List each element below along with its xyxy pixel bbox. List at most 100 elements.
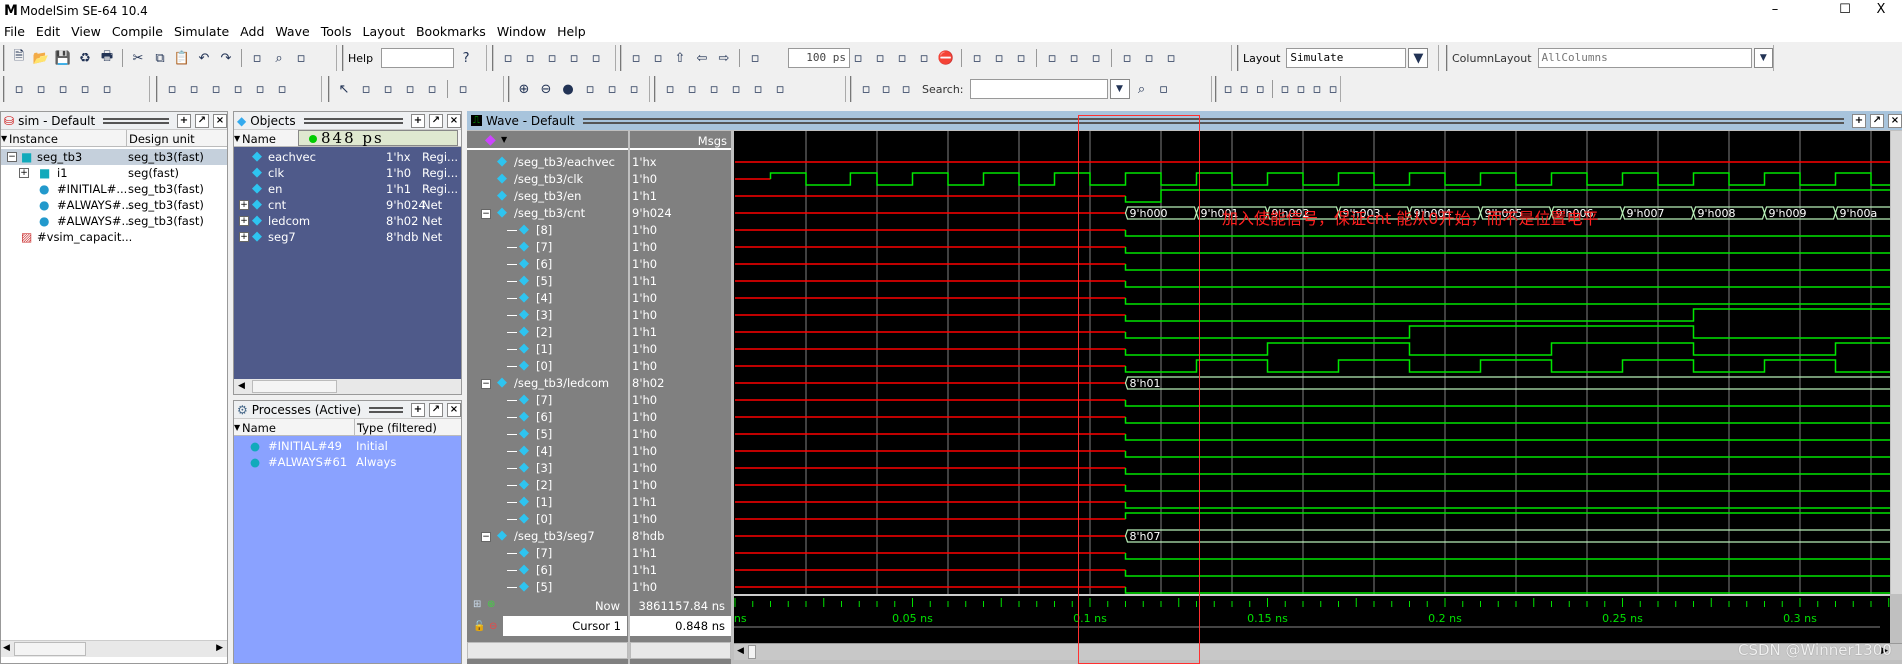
add-signal-icon[interactable]: ◆ [485, 132, 496, 148]
dock-button[interactable]: + [1852, 113, 1866, 128]
waveform-area[interactable]: 9'h000 9'h001 9'h002 9'h003 9'h004 9'h005 9'h0… [734, 131, 1902, 594]
save-icon[interactable]: 💾 [53, 48, 73, 68]
back-icon[interactable]: ⇦ [692, 48, 712, 68]
wave-signal-row[interactable]: ◆ [4] [467, 290, 628, 307]
close-button[interactable]: X [1866, 2, 1896, 17]
wave-signal-row[interactable]: ◆ [7] [467, 545, 628, 562]
run-icon[interactable]: ▫ [848, 48, 868, 68]
zoom-last-icon[interactable]: ▫ [624, 79, 644, 99]
object-row[interactable]: + ◆ seg7 8'hdb Net [234, 229, 461, 245]
expand-toggle[interactable]: + [239, 232, 249, 242]
dataflow-icon[interactable]: ▫ [626, 48, 646, 68]
all-icon[interactable]: ▫ [250, 79, 270, 99]
scroll-right-icon[interactable]: ▶ [216, 643, 223, 653]
menu-edit[interactable]: Edit [32, 22, 67, 42]
memory-profile-icon[interactable]: ▫ [989, 48, 1009, 68]
menu-bookmarks[interactable]: Bookmarks [412, 22, 493, 42]
wave-signal-row[interactable]: − ◆ /seg_tb3/seg7 [467, 528, 628, 545]
wave-signal-row[interactable]: ◆ /seg_tb3/en [467, 188, 628, 205]
expand-toggle[interactable]: − [481, 532, 491, 542]
wave-pattern-icon[interactable]: ▫ [1278, 79, 1292, 99]
expand-toggle[interactable]: − [7, 152, 17, 162]
step-out-icon[interactable]: ▫ [1086, 48, 1106, 68]
menu-tools[interactable]: Tools [317, 22, 359, 42]
object-row[interactable]: ◆ clk 1'h0 Regi... [234, 165, 461, 181]
collapse-time-icon[interactable]: ▫ [876, 79, 896, 99]
waveform-canvas[interactable]: 9'h000 9'h001 9'h002 9'h003 9'h004 9'h005 9'h0… [734, 131, 1902, 594]
export-icon[interactable]: ▫ [97, 79, 117, 99]
print-icon[interactable]: 🖶 [97, 48, 117, 68]
scroll-left-icon[interactable]: ◀ [737, 646, 744, 656]
performance-icon[interactable]: ▫ [967, 48, 987, 68]
select-mode-icon[interactable]: ↖ [334, 79, 354, 99]
process-row[interactable]: ● #INITIAL#49 Initial [234, 438, 461, 454]
search-input[interactable] [969, 79, 1108, 99]
column-design-unit[interactable]: Design unit [126, 130, 195, 146]
forward-icon[interactable]: ⇨ [714, 48, 734, 68]
chevron-down-icon[interactable]: ▼ [501, 135, 507, 144]
wave-signal-row[interactable]: ◆ [6] [467, 562, 628, 579]
sim-tree-row[interactable]: ● #ALWAYS#... seg_tb3(fast) [1, 197, 227, 213]
sim-tree-row[interactable]: ● #ALWAYS#... seg_tb3(fast) [1, 213, 227, 229]
undock-button[interactable]: ↗ [429, 113, 443, 128]
wave-signal-row[interactable]: − ◆ /seg_tb3/ledcom [467, 375, 628, 392]
close-pane-button[interactable]: × [447, 113, 461, 128]
wave-signal-row[interactable]: ◆ [1] [467, 494, 628, 511]
menu-compile[interactable]: Compile [108, 22, 170, 42]
expand-toggle[interactable]: + [239, 200, 249, 210]
dock-button[interactable]: + [411, 402, 425, 417]
menu-wave[interactable]: Wave [271, 22, 316, 42]
search-options-icon[interactable]: ▫ [1154, 79, 1174, 99]
layout-select[interactable]: Simulate [1286, 48, 1407, 68]
wave-line-icon[interactable]: ▫ [1221, 79, 1235, 99]
close-pane-button[interactable]: × [1888, 113, 1902, 128]
previous-cursor-icon[interactable]: ▫ [704, 79, 724, 99]
menu-help[interactable]: Help [553, 22, 593, 42]
menu-window[interactable]: Window [493, 22, 553, 42]
prev-edge-icon[interactable]: ▫ [748, 79, 768, 99]
undock-button[interactable]: ↗ [429, 402, 443, 417]
dock-button[interactable]: + [411, 113, 425, 128]
layout-dropdown-icon[interactable]: ▼ [1408, 48, 1429, 68]
scroll-thumb[interactable] [252, 380, 337, 393]
collapse-icon[interactable]: ▫ [291, 48, 311, 68]
wave-signal-row[interactable]: ◆ [2] [467, 324, 628, 341]
table-icon[interactable]: ▫ [542, 48, 562, 68]
delete-cursor2-icon[interactable]: ▫ [682, 79, 702, 99]
zoom-out-icon[interactable]: ⊖ [536, 79, 556, 99]
sim-tree-row[interactable]: ● #INITIAL#... seg_tb3(fast) [1, 181, 227, 197]
zoom-tool-icon[interactable]: ▫ [272, 79, 292, 99]
names-scrollbar[interactable] [467, 642, 628, 659]
wave-signal-row[interactable]: ◆ [3] [467, 460, 628, 477]
column-name[interactable]: Name [242, 421, 276, 435]
object-row[interactable]: ◆ eachvec 1'hx Regi... [234, 149, 461, 165]
wave-signal-row[interactable]: − ◆ /seg_tb3/cnt [467, 205, 628, 222]
expand-toggle[interactable]: + [19, 168, 29, 178]
next-event-icon[interactable]: ▫ [770, 79, 790, 99]
wave-signal-row[interactable]: ◆ [6] [467, 256, 628, 273]
sim-horizontal-scrollbar[interactable]: ◀ ▶ [1, 640, 227, 657]
redo-icon[interactable]: ↷ [216, 48, 236, 68]
search-dropdown-icon[interactable]: ▼ [1109, 79, 1130, 99]
wave-signal-row[interactable]: ◆ [0] [467, 511, 628, 528]
zoom-cursor-icon[interactable]: ▫ [580, 79, 600, 99]
delete-icon[interactable]: ▫ [586, 48, 606, 68]
edit-icon[interactable]: ▫ [53, 79, 73, 99]
run-all-icon[interactable]: ▫ [892, 48, 912, 68]
undock-button[interactable]: ↗ [1870, 113, 1884, 128]
wave-signal-row[interactable]: ◆ [6] [467, 409, 628, 426]
expand-toggle[interactable]: − [481, 209, 491, 219]
add-cursor-icon[interactable]: ⊞ [473, 599, 481, 610]
expand-toggle[interactable]: + [239, 216, 249, 226]
step-over-back-icon[interactable]: ▫ [1139, 48, 1159, 68]
wave-step3-icon[interactable]: ▫ [1326, 79, 1340, 99]
column-layout-dropdown-icon[interactable]: ▼ [1753, 48, 1773, 68]
close-pane-button[interactable]: × [447, 402, 461, 417]
io-icon[interactable]: ▫ [206, 79, 226, 99]
insert-cursor2-icon[interactable]: ▫ [660, 79, 680, 99]
lock-icon[interactable]: 🔓 [473, 621, 485, 632]
wave-vertical-scrollbar[interactable] [1891, 131, 1902, 594]
scroll-left-icon[interactable]: ◀ [3, 643, 10, 653]
add-wave-icon[interactable]: ▫ [9, 79, 29, 99]
wave-signal-row[interactable]: ◆ /seg_tb3/eachvec [467, 154, 628, 171]
